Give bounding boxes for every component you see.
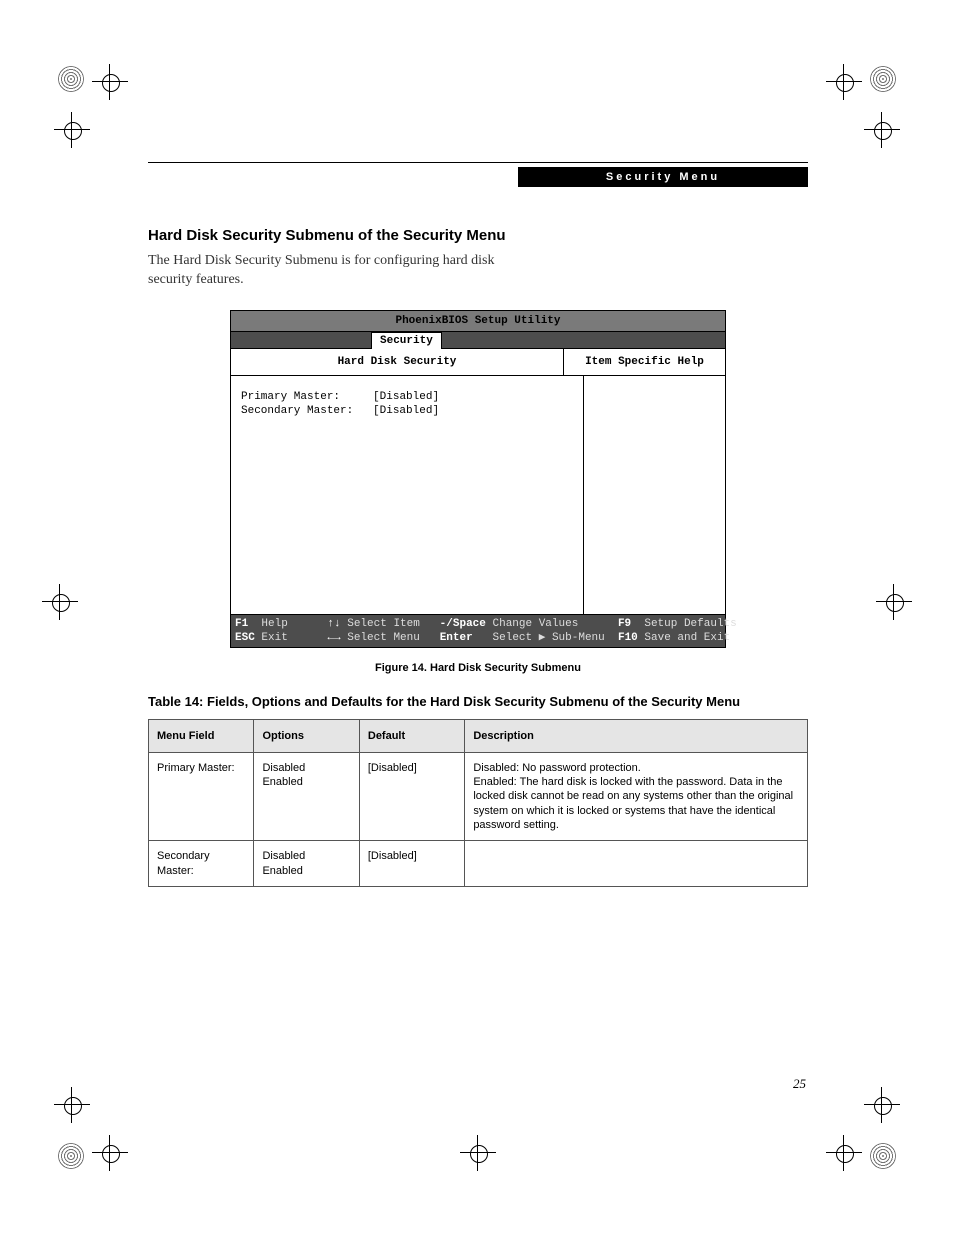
bios-screenshot: PhoenixBIOS Setup Utility Security Hard … (230, 310, 726, 648)
registration-mark-icon (832, 1141, 856, 1165)
bios-footer: F1 Help ↑↓ Select Item -/Space Change Va… (231, 615, 725, 647)
header-section-label: Security Menu (518, 167, 808, 187)
th-default: Default (359, 719, 464, 752)
figure-caption: Figure 14. Hard Disk Security Submenu (148, 662, 808, 674)
cell-options: Disabled Enabled (254, 752, 359, 840)
table-header-row: Menu Field Options Default Description (149, 719, 808, 752)
print-mark-icon (870, 66, 896, 92)
bios-fields: Primary Master: [Disabled] Secondary Mas… (231, 376, 584, 614)
header-bar: Security Menu (148, 167, 808, 189)
bios-tab-bar: Security (231, 332, 725, 349)
registration-mark-icon (60, 1093, 84, 1117)
registration-mark-icon (98, 70, 122, 94)
th-menu-field: Menu Field (149, 719, 254, 752)
bios-panel-headers: Hard Disk Security Item Specific Help (231, 349, 725, 376)
registration-mark-icon (98, 1141, 122, 1165)
registration-mark-icon (48, 590, 72, 614)
bios-tab-security: Security (371, 332, 442, 349)
th-options: Options (254, 719, 359, 752)
table-row: Primary Master: Disabled Enabled [Disabl… (149, 752, 808, 840)
print-mark-icon (870, 1143, 896, 1169)
cell-default: [Disabled] (359, 841, 464, 887)
bios-field-secondary-label: Secondary Master: (241, 405, 353, 417)
bios-field-primary-value: [Disabled] (373, 391, 439, 403)
registration-mark-icon (60, 118, 84, 142)
bios-panel-title-left: Hard Disk Security (231, 349, 564, 375)
table-row: Secondary Master: Disabled Enabled [Disa… (149, 841, 808, 887)
registration-mark-icon (870, 1093, 894, 1117)
section-intro: The Hard Disk Security Submenu is for co… (148, 252, 508, 290)
bios-title: PhoenixBIOS Setup Utility (231, 311, 725, 332)
cell-description: Disabled: No password protection. Enable… (465, 752, 808, 840)
registration-mark-icon (832, 70, 856, 94)
bios-footer-row-2: ESC Exit ←→ Select Menu Enter Select ▶ S… (235, 631, 721, 645)
th-description: Description (465, 719, 808, 752)
bios-panel-title-right: Item Specific Help (564, 349, 725, 375)
cell-default: [Disabled] (359, 752, 464, 840)
print-mark-icon (58, 1143, 84, 1169)
section-title: Hard Disk Security Submenu of the Securi… (148, 227, 808, 244)
bios-field-secondary-value: [Disabled] (373, 405, 439, 417)
header-rule (148, 162, 808, 163)
cell-menu-field: Primary Master: (149, 752, 254, 840)
cell-options: Disabled Enabled (254, 841, 359, 887)
bios-field-primary-label: Primary Master: (241, 391, 340, 403)
cell-menu-field: Secondary Master: (149, 841, 254, 887)
bios-footer-row-1: F1 Help ↑↓ Select Item -/Space Change Va… (235, 617, 721, 631)
registration-mark-icon (466, 1141, 490, 1165)
cell-description (465, 841, 808, 887)
bios-help-panel (584, 376, 725, 614)
page-number: 25 (793, 1076, 806, 1092)
registration-mark-icon (870, 118, 894, 142)
print-mark-icon (58, 66, 84, 92)
page: Security Menu Hard Disk Security Submenu… (0, 0, 954, 1235)
bios-body: Primary Master: [Disabled] Secondary Mas… (231, 376, 725, 615)
content-area: Security Menu Hard Disk Security Submenu… (148, 162, 808, 887)
registration-mark-icon (882, 590, 906, 614)
table-caption: Table 14: Fields, Options and Defaults f… (148, 694, 808, 709)
fields-table: Menu Field Options Default Description P… (148, 719, 808, 887)
